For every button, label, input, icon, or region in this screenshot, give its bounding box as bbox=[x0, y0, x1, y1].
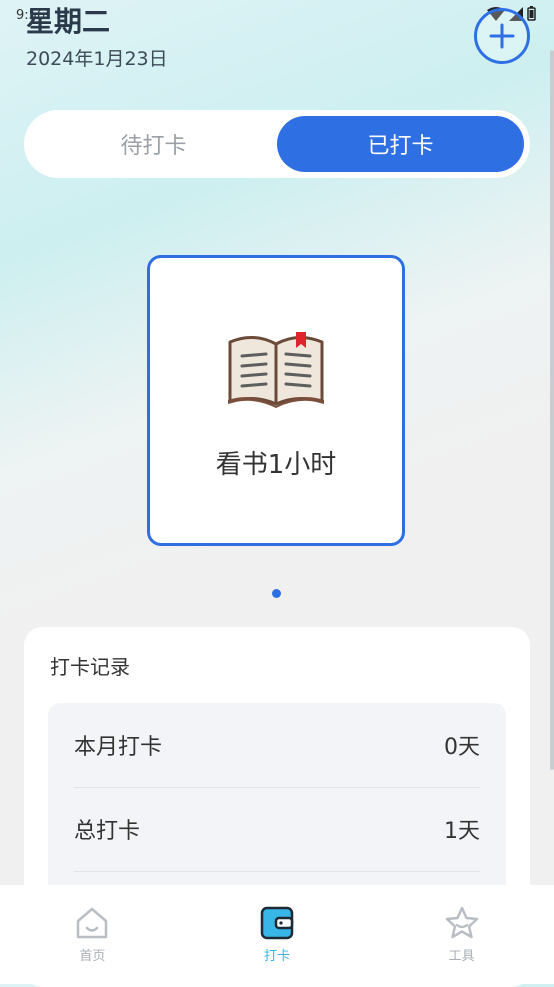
weekday-title: 星期二 bbox=[26, 5, 111, 38]
battery-icon bbox=[527, 6, 536, 21]
home-icon bbox=[77, 907, 108, 939]
checkin-icon bbox=[260, 906, 294, 940]
tab-label: 工具 bbox=[448, 949, 475, 964]
record-label: 本月打卡 bbox=[74, 735, 163, 760]
record-value: 1天 bbox=[444, 819, 480, 844]
star-icon bbox=[445, 906, 478, 939]
add-button[interactable] bbox=[474, 8, 530, 64]
record-row-monthly: 本月打卡 0天 bbox=[74, 703, 480, 788]
bottom-tab-bar: 首页 打卡 工具 bbox=[0, 885, 554, 984]
records-title: 打卡记录 bbox=[50, 655, 130, 679]
tab-done[interactable]: 已打卡 bbox=[277, 116, 524, 172]
plus-icon bbox=[489, 23, 515, 49]
tab-home[interactable]: 首页 bbox=[0, 885, 185, 984]
tab-label: 打卡 bbox=[264, 949, 291, 964]
page-indicator-dot bbox=[272, 589, 281, 598]
checkin-status-toggle: 待打卡 已打卡 bbox=[24, 110, 530, 178]
tab-checkin[interactable]: 打卡 bbox=[185, 885, 370, 984]
date-label: 2024年1月23日 bbox=[26, 48, 168, 70]
tab-tools[interactable]: 工具 bbox=[369, 885, 554, 984]
record-row-total: 总打卡 1天 bbox=[74, 787, 480, 872]
tab-pending[interactable]: 待打卡 bbox=[30, 116, 277, 172]
habit-card[interactable]: 看书1小时 bbox=[147, 255, 405, 546]
record-value: 0天 bbox=[444, 735, 480, 760]
habit-title: 看书1小时 bbox=[215, 450, 337, 480]
tab-label: 首页 bbox=[79, 949, 106, 964]
scrollbar[interactable] bbox=[550, 50, 554, 770]
record-label: 总打卡 bbox=[74, 819, 141, 844]
open-book-icon bbox=[228, 332, 324, 408]
